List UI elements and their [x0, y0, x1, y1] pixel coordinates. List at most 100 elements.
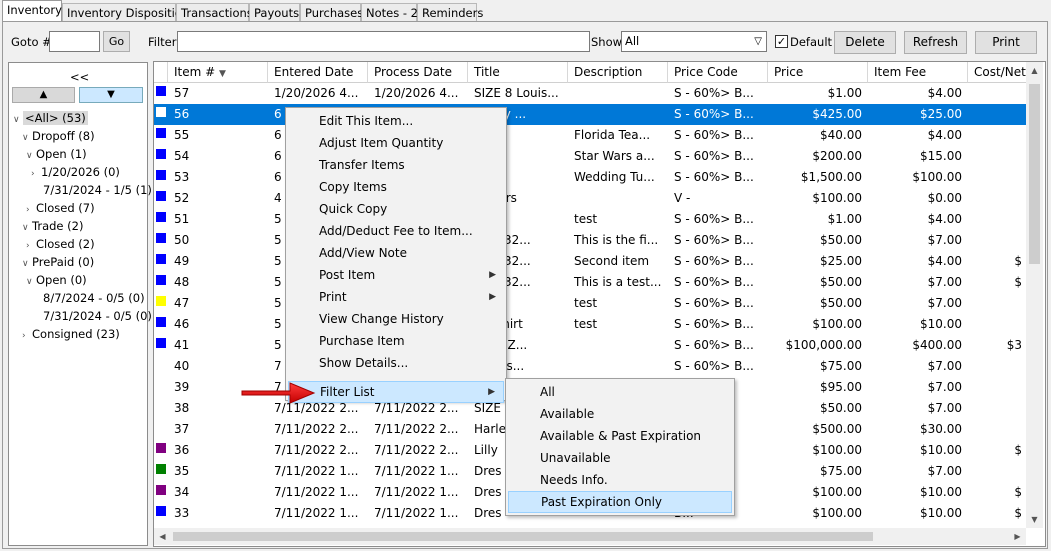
table-cell: $10.00 — [920, 485, 962, 499]
context-menu-item[interactable]: Copy Items — [288, 176, 504, 198]
context-menu-item[interactable]: Add/Deduct Fee to Item... — [288, 220, 504, 242]
tab-purchases[interactable]: Purchases — [300, 3, 363, 21]
table-cell: $100.00 — [912, 170, 962, 184]
scroll-down-icon[interactable]: ▼ — [1026, 511, 1043, 528]
column-header-entered-date[interactable]: Entered Date — [268, 62, 368, 83]
tab-notes[interactable]: Notes - 2 — [361, 3, 418, 21]
column-header-price[interactable]: Price — [768, 62, 868, 83]
tab-payouts[interactable]: Payouts — [249, 3, 300, 21]
tree-node-date[interactable]: › 1/20/2026 (0) — [31, 163, 120, 181]
context-menu-item[interactable]: Edit This Item... — [288, 110, 504, 132]
tab-inventory-disposition[interactable]: Inventory Disposition — [62, 3, 189, 21]
scroll-thumb[interactable] — [173, 532, 873, 541]
tab-transactions[interactable]: Transactions — [176, 3, 253, 21]
tree-node-dropoff-closed[interactable]: › Closed (7) — [26, 199, 95, 217]
table-cell: $7.00 — [927, 359, 962, 373]
scroll-right-icon[interactable]: ▶ — [1009, 528, 1026, 545]
tab-reminders[interactable]: Reminders — [417, 3, 483, 21]
table-cell — [968, 146, 1028, 167]
collapse-panel-button[interactable]: << — [70, 68, 89, 86]
context-menu-item[interactable]: Filter List ▶ — [288, 381, 504, 403]
horizontal-scrollbar[interactable]: ◀ ▶ — [154, 528, 1026, 545]
tree-node-all[interactable]: ∨ <All> (53) — [13, 109, 88, 127]
submenu-item[interactable]: All — [508, 381, 732, 403]
table-cell — [968, 314, 1028, 335]
print-button[interactable]: Print — [975, 31, 1037, 54]
table-cell: This is a test... — [574, 275, 662, 289]
table-cell: 7/11/2022 2... — [274, 443, 359, 457]
column-header-item-number[interactable]: Item # ▼ — [168, 62, 268, 83]
column-header-price-code[interactable]: Price Code — [668, 62, 768, 83]
table-cell: 7/11/2022 1... — [274, 506, 359, 520]
filter-input[interactable] — [177, 31, 590, 52]
table-cell: 7/11/2022 1... — [374, 485, 459, 499]
vertical-scrollbar[interactable]: ▲ ▼ — [1026, 62, 1043, 528]
table-cell: $95.00 — [820, 380, 862, 394]
column-header-process-date[interactable]: Process Date — [368, 62, 468, 83]
table-cell: test — [574, 317, 598, 331]
table-cell: $30.00 — [920, 422, 962, 436]
column-header-title[interactable]: Title — [468, 62, 568, 83]
submenu-item[interactable]: Unavailable — [508, 447, 732, 469]
tree-node-prepaid[interactable]: ∨ PrePaid (0) — [22, 253, 94, 271]
context-menu-item[interactable]: Quick Copy — [288, 198, 504, 220]
go-button[interactable]: Go — [103, 31, 130, 52]
table-cell: $10.00 — [920, 317, 962, 331]
delete-button[interactable]: Delete — [834, 31, 896, 54]
table-row[interactable]: 57 1/20/2026 4... 1/20/2026 4... SIZE 8 Lou… — [154, 83, 1027, 104]
table-cell: 49 — [174, 254, 190, 268]
tree-node-date-range[interactable]: 8/7/2024 - 0/5 (0) — [43, 289, 145, 307]
tree-node-trade-closed[interactable]: › Closed (2) — [26, 235, 95, 253]
column-header-description[interactable]: Description — [568, 62, 668, 83]
show-select[interactable]: All ▽ — [621, 31, 767, 52]
tree-node-prepaid-open[interactable]: ∨ Open (0) — [26, 271, 87, 289]
submenu-item[interactable]: Needs Info. — [508, 469, 732, 491]
scroll-thumb[interactable] — [1029, 84, 1040, 264]
refresh-button[interactable]: Refresh — [904, 31, 967, 54]
status-color-swatch — [156, 170, 166, 180]
context-menu-item[interactable]: Post Item ▶ — [288, 264, 504, 286]
tree-node-trade[interactable]: ∨ Trade (2) — [22, 217, 83, 235]
scroll-up-icon[interactable]: ▲ — [1026, 62, 1043, 79]
table-cell: 7/11/2022 2... — [374, 443, 459, 457]
submenu-item[interactable]: Past Expiration Only — [508, 491, 732, 513]
goto-input[interactable] — [49, 31, 100, 52]
table-cell: 34 — [174, 485, 190, 499]
tree-node-dropoff[interactable]: ∨ Dropoff (8) — [22, 127, 95, 145]
context-menu-item[interactable]: View Change History — [288, 308, 504, 330]
scroll-left-icon[interactable]: ◀ — [154, 528, 171, 545]
context-menu-item[interactable]: Adjust Item Quantity — [288, 132, 504, 154]
move-up-button[interactable]: ▲ — [12, 87, 75, 103]
tree-node-dropoff-open[interactable]: ∨ Open (1) — [26, 145, 87, 163]
tree-node-date-range[interactable]: 7/31/2024 - 1/5 (1) — [43, 181, 152, 199]
table-cell — [568, 104, 668, 125]
column-header-cost-net[interactable]: Cost/Net — [968, 62, 1028, 83]
table-cell: 7/11/2022 2... — [274, 422, 359, 436]
chevron-right-icon: ▶ — [488, 387, 495, 397]
default-checkbox[interactable]: ✓ — [775, 35, 788, 48]
table-cell: 51 — [174, 212, 190, 226]
menu-item-label: Print — [319, 290, 347, 304]
table-cell: 41 — [174, 338, 190, 352]
table-cell — [968, 167, 1028, 188]
menu-item-label: Quick Copy — [319, 202, 388, 216]
context-menu-item[interactable]: Purchase Item — [288, 330, 504, 352]
context-menu-item[interactable]: Add/View Note — [288, 242, 504, 264]
table-cell: S - 60%> B... — [674, 275, 754, 289]
context-menu-item[interactable]: Transfer Items — [288, 154, 504, 176]
context-menu-item[interactable]: Show Details... — [288, 352, 504, 374]
table-cell: This is the fi... — [574, 233, 659, 247]
submenu-item[interactable]: Available — [508, 403, 732, 425]
column-header-item-fee[interactable]: Item Fee — [868, 62, 968, 83]
status-color-swatch — [156, 128, 166, 138]
table-cell: 35 — [174, 464, 190, 478]
table-cell — [968, 461, 1028, 482]
chevron-right-icon: ▶ — [489, 270, 496, 280]
submenu-item[interactable]: Available & Past Expiration — [508, 425, 732, 447]
chevron-right-icon: › — [22, 331, 26, 341]
move-down-button[interactable]: ▼ — [79, 87, 143, 103]
context-menu-item[interactable]: Print ▶ — [288, 286, 504, 308]
tab-inventory[interactable]: Inventory — [2, 0, 62, 22]
tree-node-date-range[interactable]: 7/31/2024 - 0/5 (0) — [43, 307, 152, 325]
tree-node-consigned[interactable]: › Consigned (23) — [22, 325, 120, 343]
